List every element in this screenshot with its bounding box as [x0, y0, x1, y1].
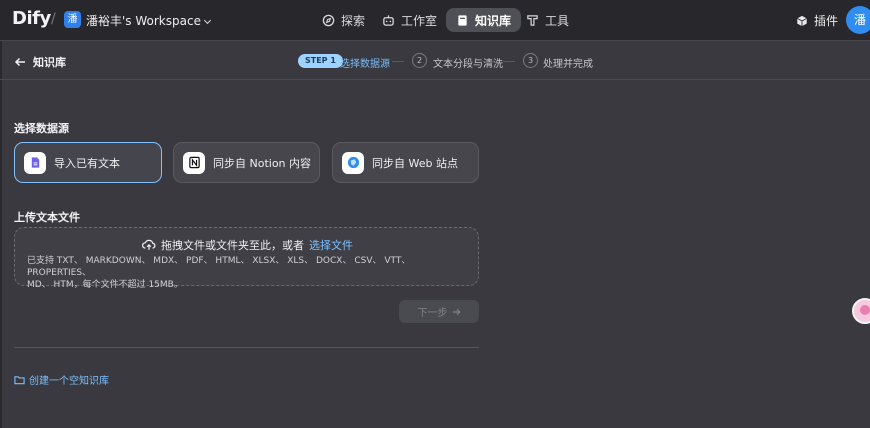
step-3-number: 3 [523, 53, 538, 68]
upload-title: 上传文本文件 [14, 211, 80, 224]
section-divider [14, 347, 479, 348]
step-1-badge: STEP 1 [298, 54, 343, 68]
tool-icon [527, 14, 538, 26]
step-header: 知识库 STEP 1 选择数据源 2 文本分段与清洗 3 处理并完成 [0, 41, 870, 80]
dropzone-prompt: 拖拽文件或文件夹至此，或者 [161, 239, 304, 252]
back-label: 知识库 [33, 56, 66, 69]
step-connector [503, 61, 515, 62]
step-connector [392, 61, 404, 62]
workspace-switcher[interactable]: 潘裕丰's Workspace [86, 12, 212, 29]
plugins-button[interactable]: 插件 [796, 12, 838, 29]
nav-knowledge-label: 知识库 [475, 13, 512, 28]
step-2-number: 2 [412, 53, 427, 68]
folder-icon [14, 375, 25, 384]
plugins-label: 插件 [814, 14, 839, 28]
file-dropzone[interactable]: 拖拽文件或文件夹至此，或者 选择文件 已支持 TXT、 MARKDOWN、 MD… [14, 227, 480, 290]
breadcrumb-separator: / [51, 11, 56, 27]
user-avatar[interactable]: 潘 [846, 6, 870, 34]
supported-formats-line-2: MD、 HTM，每个文件不超过 15MB。 [27, 280, 183, 290]
back-button[interactable]: 知识库 [14, 54, 66, 70]
step-2-label: 文本分段与清洗 [433, 59, 503, 70]
dropzone-prompt-row: 拖拽文件或文件夹至此，或者 选择文件 [15, 237, 480, 253]
assistant-bubble[interactable] [852, 298, 870, 324]
workspace-avatar[interactable]: 潘 [64, 11, 81, 28]
top-navigation-bar: Dify / 潘 潘裕丰's Workspace 探索 工作室 知识库 工具 插… [0, 0, 870, 41]
web-icon [342, 151, 364, 174]
cloud-upload-icon [142, 239, 156, 250]
source-web-label: 同步自 Web 站点 [372, 156, 458, 170]
chevron-down-icon [203, 16, 212, 25]
source-notion[interactable]: 同步自 Notion 内容 [173, 142, 320, 183]
next-step-button[interactable]: 下一步 [399, 300, 479, 323]
compass-icon [322, 14, 335, 26]
next-step-label: 下一步 [417, 308, 448, 319]
source-notion-label: 同步自 Notion 内容 [213, 156, 312, 170]
assistant-bubble-icon [860, 305, 870, 315]
nav-studio[interactable]: 工作室 [372, 8, 447, 32]
source-web[interactable]: 同步自 Web 站点 [332, 142, 479, 183]
arrow-right-icon [452, 308, 460, 315]
workspace-name: 潘裕丰's Workspace [86, 14, 201, 28]
source-import-text[interactable]: 导入已有文本 [14, 142, 162, 183]
supported-formats-line-1: 已支持 TXT、 MARKDOWN、 MDX、 PDF、 HTML、 XLSX、… [27, 256, 411, 278]
nav-explore[interactable]: 探索 [312, 8, 375, 32]
nav-explore-label: 探索 [341, 13, 366, 28]
step-1-label: 选择数据源 [340, 59, 390, 70]
source-import-text-label: 导入已有文本 [54, 156, 120, 170]
data-source-title: 选择数据源 [14, 122, 69, 135]
book-icon [458, 14, 467, 26]
notion-icon [183, 151, 205, 174]
document-icon [24, 151, 46, 174]
nav-knowledge[interactable]: 知识库 [446, 8, 522, 32]
create-empty-knowledge-link[interactable]: 创建一个空知识库 [14, 372, 109, 387]
supported-formats: 已支持 TXT、 MARKDOWN、 MDX、 PDF、 HTML、 XLSX、… [27, 255, 472, 291]
nav-studio-label: 工作室 [401, 13, 438, 28]
create-empty-label: 创建一个空知识库 [29, 376, 109, 387]
arrow-left-icon [14, 57, 25, 67]
left-edge-border [0, 41, 2, 428]
select-file-link[interactable]: 选择文件 [309, 237, 353, 253]
nav-tools-label: 工具 [545, 13, 570, 28]
nav-tools[interactable]: 工具 [516, 8, 579, 32]
dify-logo[interactable]: Dify [12, 8, 51, 29]
robot-icon [383, 14, 394, 26]
step-3-label: 处理并完成 [543, 59, 593, 70]
cube-icon [797, 15, 807, 26]
